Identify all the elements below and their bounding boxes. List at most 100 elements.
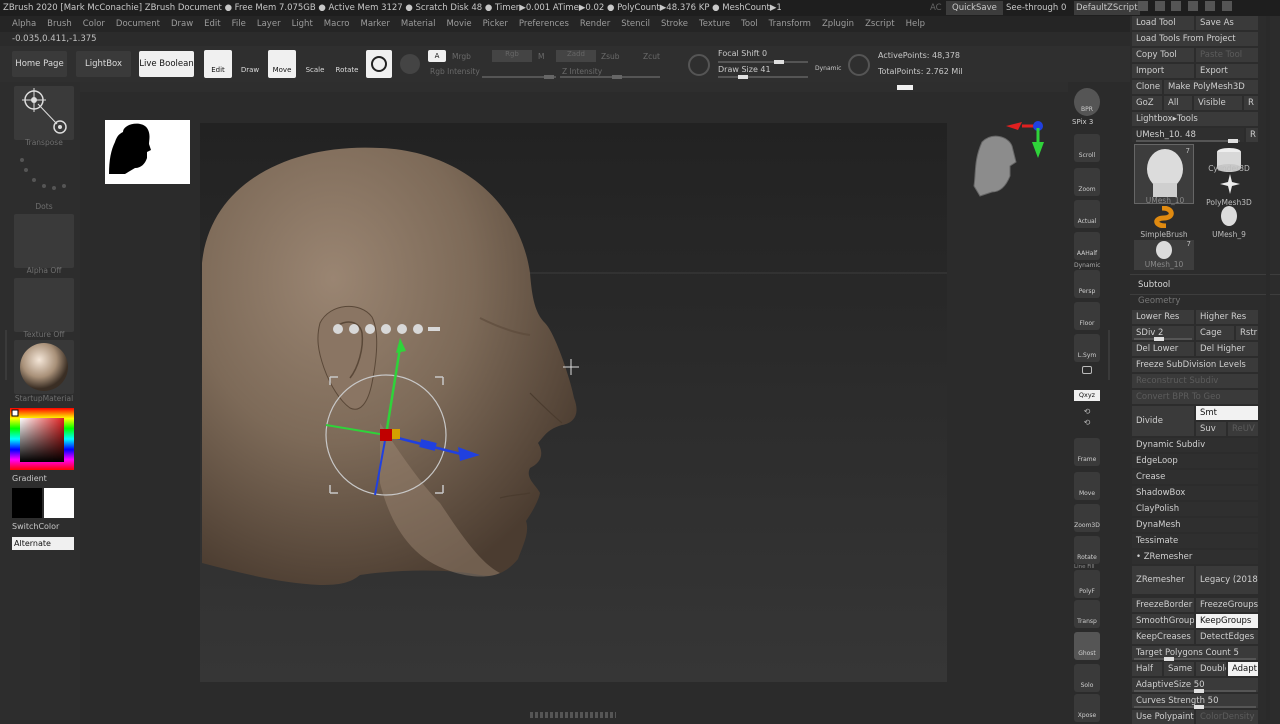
z-intensity-knob[interactable] [612,75,622,79]
tool-panel-scrollbar[interactable] [1266,16,1270,720]
quicksave-button[interactable]: QuickSave [946,1,1003,15]
draw-mode-button[interactable]: Draw [236,50,264,78]
tool-thumb-umesh10[interactable]: 7 UMesh_10 [1134,144,1194,205]
zoom-button[interactable]: Zoom [1074,168,1100,196]
home-page-button[interactable]: Home Page [12,51,67,77]
double-button[interactable]: Double [1196,662,1226,676]
dynamesh-section[interactable]: DynaMesh [1132,518,1258,532]
zadd-button[interactable]: Zadd [556,50,596,62]
m-button[interactable]: M [538,52,544,61]
lightbox-tools-button[interactable]: Lightbox▸Tools [1132,112,1258,126]
paste-tool-button[interactable]: Paste Tool [1196,48,1258,62]
higher-res-button[interactable]: Higher Res [1196,310,1258,324]
rotation-axis-icons[interactable]: ⟲ ⟲ [1078,406,1096,428]
secondary-color-swatch[interactable] [44,488,74,518]
switch-color-button[interactable]: SwitchColor [12,522,59,531]
keepcreases-button[interactable]: KeepCreases [1132,630,1194,644]
dynamic-size-icon[interactable] [848,54,870,76]
menu-render[interactable]: Render [580,19,610,29]
goz-all-button[interactable]: All [1164,96,1192,110]
freezegroups-button[interactable]: FreezeGroups [1196,598,1258,612]
draw-size-knob[interactable] [738,75,748,79]
z-intensity-track[interactable] [560,75,660,79]
persp-button[interactable]: Persp [1074,270,1100,298]
goz-visible-button[interactable]: Visible [1194,96,1242,110]
canvas-viewport[interactable] [200,106,1039,682]
curves-strength-track[interactable] [1134,705,1256,709]
navigation-head-icon[interactable] [972,132,1022,204]
alternate-button[interactable]: Alternate [12,537,74,550]
color-picker[interactable] [10,408,74,470]
default-zscript-button[interactable]: DefaultZScript [1074,1,1140,15]
convert-bpr-button[interactable]: Convert BPR To Geo [1132,390,1258,404]
rstr-button[interactable]: Rstr [1236,326,1258,340]
see-through-slider[interactable]: See-through 0 [1006,0,1066,16]
freezeborder-button[interactable]: FreezeBorder [1132,598,1194,612]
clone-button[interactable]: Clone [1132,80,1162,94]
move-view-button[interactable]: Move [1074,472,1100,500]
minimize-icon[interactable] [1188,1,1199,11]
dynamic-toggle[interactable]: Dynamic [815,65,841,72]
rgb-intensity-slider[interactable]: Rgb Intensity [430,67,480,76]
goz-r-button[interactable]: R [1244,96,1258,110]
save-as-button[interactable]: Save As [1196,16,1258,30]
alpha-button[interactable] [14,214,74,268]
edgeloop-section[interactable]: EdgeLoop [1132,454,1258,468]
solo-button[interactable]: Solo [1074,664,1100,692]
focal-shift-slider[interactable]: Focal Shift 0 [718,49,767,58]
target-polygons-knob[interactable] [1164,657,1174,661]
lower-res-button[interactable]: Lower Res [1132,310,1194,324]
menu-material[interactable]: Material [401,19,436,29]
adaptivesize-knob[interactable] [1194,689,1204,693]
layout-icon[interactable] [1154,1,1165,11]
focal-shift-knob[interactable] [774,60,784,64]
menu-color[interactable]: Color [83,19,105,29]
focal-shift-track[interactable] [718,60,808,64]
transpose-button[interactable] [14,86,74,140]
menu-zplugin[interactable]: Zplugin [822,19,854,29]
menu-zscript[interactable]: Zscript [865,19,895,29]
a-toggle[interactable]: A [428,50,446,62]
keepgroups-toggle[interactable]: KeepGroups [1196,614,1258,628]
zremesher-button[interactable]: ZRemesher [1132,566,1194,594]
legacy-button[interactable]: Legacy (2018) [1196,566,1258,594]
scale-mode-button[interactable]: Scale [301,50,329,78]
sdiv-knob[interactable] [1154,337,1164,341]
tool-thumb-simplebrush[interactable]: SimpleBrush [1134,205,1194,239]
goz-button[interactable]: GoZ [1132,96,1162,110]
mrgb-button[interactable]: Mrgb [452,52,471,61]
menu-brush[interactable]: Brush [47,19,72,29]
export-button[interactable]: Export [1196,64,1258,78]
del-lower-button[interactable]: Del Lower [1132,342,1194,356]
suv-toggle[interactable]: Suv [1196,422,1226,436]
menu-file[interactable]: File [232,19,246,29]
draw-size-slider[interactable]: Draw Size 41 [718,65,771,74]
use-polypaint-button[interactable]: Use Polypaint [1132,710,1194,724]
smoothgroups-slider[interactable]: SmoothGroups [1132,614,1194,628]
freeze-subdiv-button[interactable]: Freeze SubDivision Levels [1132,358,1258,372]
ui-color-icon[interactable] [1171,1,1182,11]
menu-draw[interactable]: Draw [171,19,193,29]
load-tools-from-project-button[interactable]: Load Tools From Project [1132,32,1258,46]
current-tool-track[interactable] [1136,139,1240,143]
menu-stroke[interactable]: Stroke [661,19,688,29]
menu-texture[interactable]: Texture [699,19,730,29]
texture-button[interactable] [14,278,74,332]
half-button[interactable]: Half [1132,662,1162,676]
gradient-label[interactable]: Gradient [12,474,47,483]
menu-marker[interactable]: Marker [361,19,390,29]
adaptivesize-track[interactable] [1134,689,1256,693]
rgb-intensity-track[interactable] [482,75,556,79]
crease-section[interactable]: Crease [1132,470,1258,484]
scroll-button[interactable]: Scroll [1074,134,1100,162]
zoom3d-button[interactable]: Zoom3D [1074,504,1100,532]
menu-movie[interactable]: Movie [446,19,471,29]
dynamic-subdiv-section[interactable]: Dynamic Subdiv [1132,438,1258,452]
local-sym-button[interactable]: L.Sym [1074,334,1100,362]
menu-preferences[interactable]: Preferences [519,19,569,29]
menu-alpha[interactable]: Alpha [12,19,36,29]
edit-mode-button[interactable]: Edit [204,50,232,78]
menu-document[interactable]: Document [116,19,160,29]
maximize-icon[interactable] [1204,1,1215,11]
menu-stencil[interactable]: Stencil [621,19,650,29]
